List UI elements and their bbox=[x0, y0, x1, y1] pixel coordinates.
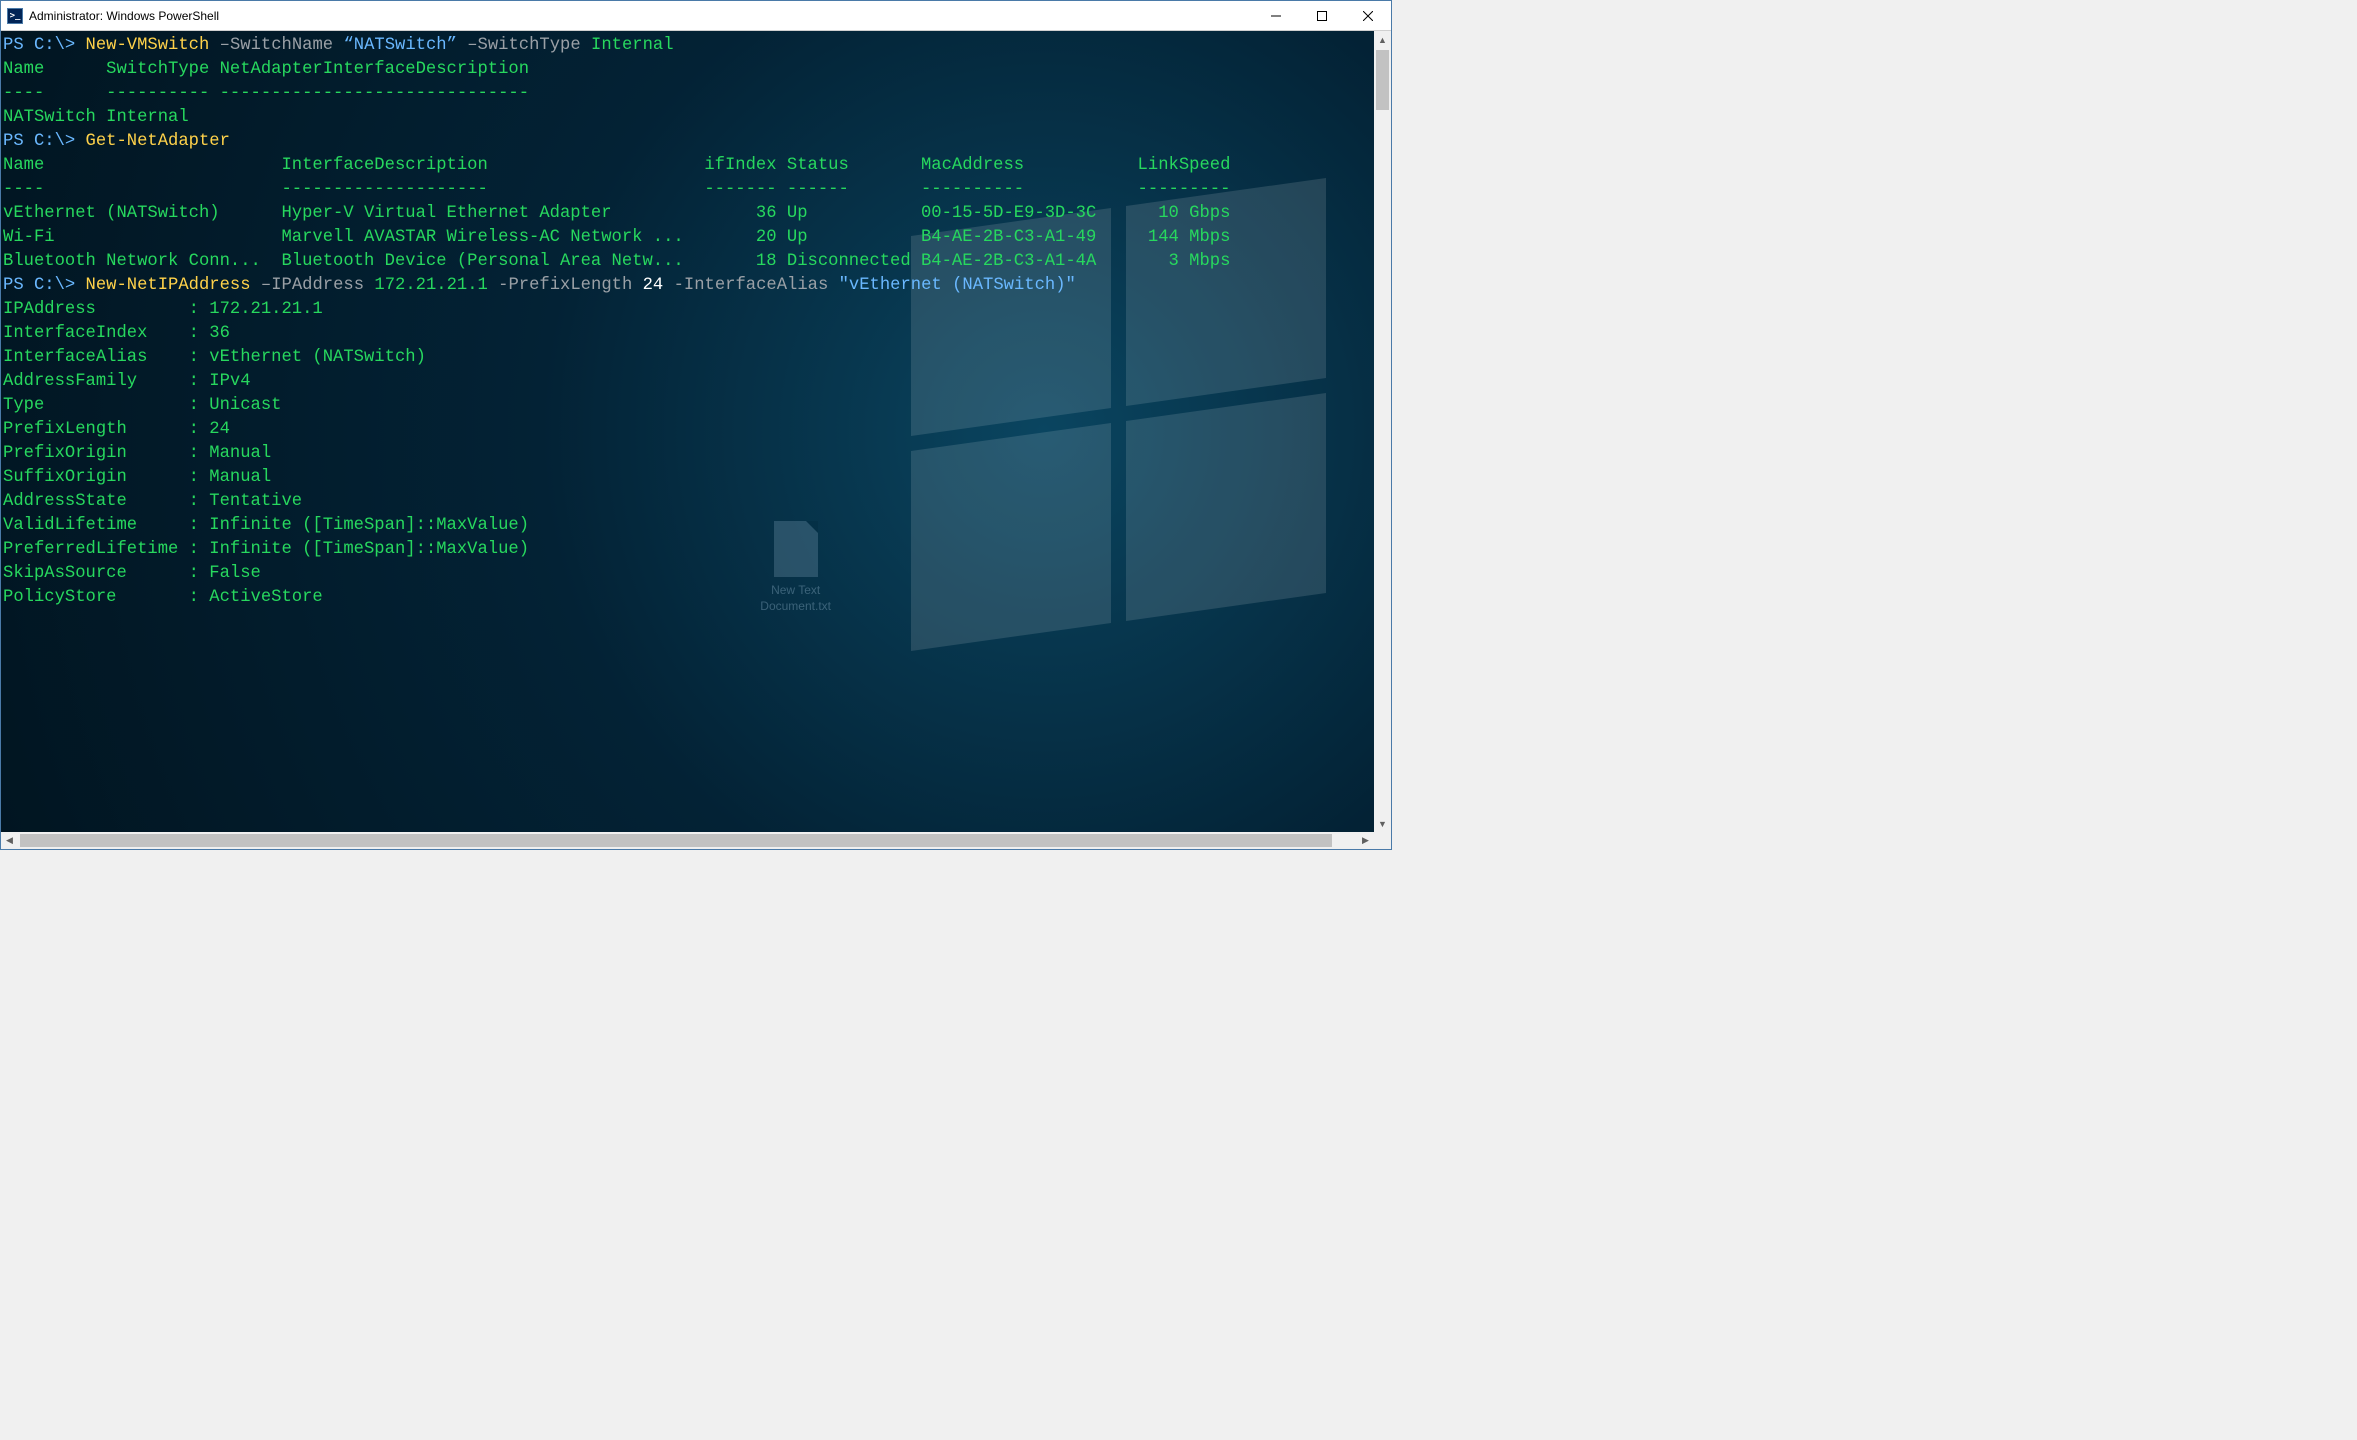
titlebar-left: >_ Administrator: Windows PowerShell bbox=[1, 8, 219, 24]
vertical-scrollbar[interactable]: ▲ ▼ bbox=[1374, 31, 1391, 832]
scroll-down-arrow-icon[interactable]: ▼ bbox=[1374, 815, 1391, 832]
powershell-icon: >_ bbox=[7, 8, 23, 24]
scroll-right-arrow-icon[interactable]: ▶ bbox=[1357, 832, 1374, 849]
window-controls bbox=[1253, 1, 1391, 30]
maximize-button[interactable] bbox=[1299, 1, 1345, 30]
minimize-button[interactable] bbox=[1253, 1, 1299, 30]
scroll-corner bbox=[1374, 832, 1391, 849]
close-button[interactable] bbox=[1345, 1, 1391, 30]
powershell-window: >_ Administrator: Windows PowerShell New… bbox=[0, 0, 1392, 850]
horizontal-scrollbar[interactable]: ◀ ▶ bbox=[1, 832, 1391, 849]
window-title: Administrator: Windows PowerShell bbox=[29, 9, 219, 23]
scroll-left-arrow-icon[interactable]: ◀ bbox=[1, 832, 18, 849]
scroll-track[interactable] bbox=[1374, 48, 1391, 815]
scroll-thumb-h[interactable] bbox=[20, 834, 1332, 847]
scroll-up-arrow-icon[interactable]: ▲ bbox=[1374, 31, 1391, 48]
console-output[interactable]: PS C:\> New-VMSwitch –SwitchName “NATSwi… bbox=[1, 31, 1374, 832]
scroll-thumb[interactable] bbox=[1376, 50, 1389, 110]
console-area: New Text Document.txt PS C:\> New-VMSwit… bbox=[1, 31, 1391, 832]
titlebar[interactable]: >_ Administrator: Windows PowerShell bbox=[1, 1, 1391, 31]
scroll-track-h[interactable] bbox=[18, 832, 1357, 849]
